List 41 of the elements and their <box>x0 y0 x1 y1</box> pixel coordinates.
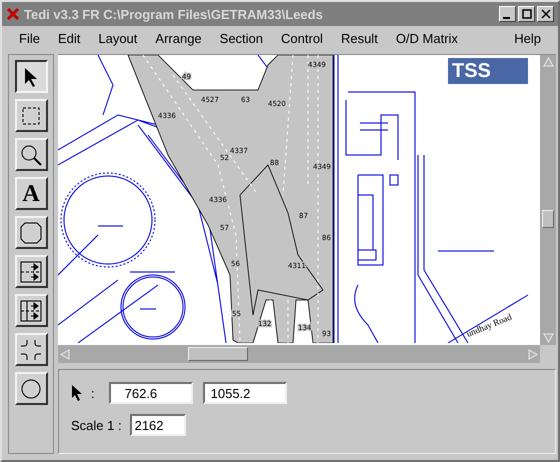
scroll-thumb[interactable] <box>188 347 248 361</box>
minimize-icon <box>503 16 510 18</box>
intersection-icon <box>19 338 43 362</box>
left-arrow-icon <box>60 348 70 360</box>
down-arrow-icon <box>542 333 554 343</box>
menu-item[interactable]: Arrange <box>146 28 211 48</box>
menu-item[interactable]: Result <box>332 28 387 48</box>
menu-item[interactable]: O/D Matrix <box>386 28 467 48</box>
horizontal-scrollbar[interactable] <box>58 345 540 363</box>
close-button[interactable] <box>537 6 554 22</box>
menu-item[interactable]: Edit <box>48 28 90 48</box>
section-arrows-icon <box>19 260 43 284</box>
menu-item[interactable]: Section <box>210 28 272 48</box>
magnifier-icon <box>19 142 43 166</box>
up-arrow-icon <box>542 57 554 67</box>
scroll-thumb[interactable] <box>542 210 554 228</box>
y-coordinate-field[interactable]: 1055.2 <box>202 382 287 404</box>
street-name: undhay Road <box>465 312 514 339</box>
logo-badge: TSS <box>448 58 528 84</box>
circle-icon <box>19 376 43 400</box>
menu-item[interactable]: File <box>10 28 49 48</box>
colon-label: : <box>91 386 95 400</box>
scale-label: Scale 1 : <box>71 418 122 432</box>
arrow-cursor-icon <box>71 384 83 402</box>
dashed-rectangle-icon <box>20 104 42 126</box>
junction-arrows-icon <box>19 298 43 322</box>
text-tool-button[interactable]: A <box>14 177 48 210</box>
minimize-button[interactable] <box>499 6 516 22</box>
maximize-icon <box>522 9 532 19</box>
vertical-scrollbar[interactable] <box>540 55 556 345</box>
x-icon <box>6 7 20 21</box>
tool-button[interactable] <box>14 60 48 93</box>
scale-field[interactable]: 2162 <box>130 414 186 436</box>
right-arrow-icon <box>528 348 538 360</box>
window-title: Tedi v3.3 FR C:\Program Files\GETRAM33\Leeds <box>24 6 324 22</box>
close-icon <box>540 9 550 19</box>
menu-item[interactable]: Control <box>272 28 332 48</box>
menu-item[interactable]: Help <box>505 28 550 48</box>
maximize-button[interactable] <box>518 6 535 22</box>
x-coordinate-field[interactable]: 762.6 <box>108 382 193 404</box>
menu-item[interactable]: Layout <box>89 28 146 48</box>
